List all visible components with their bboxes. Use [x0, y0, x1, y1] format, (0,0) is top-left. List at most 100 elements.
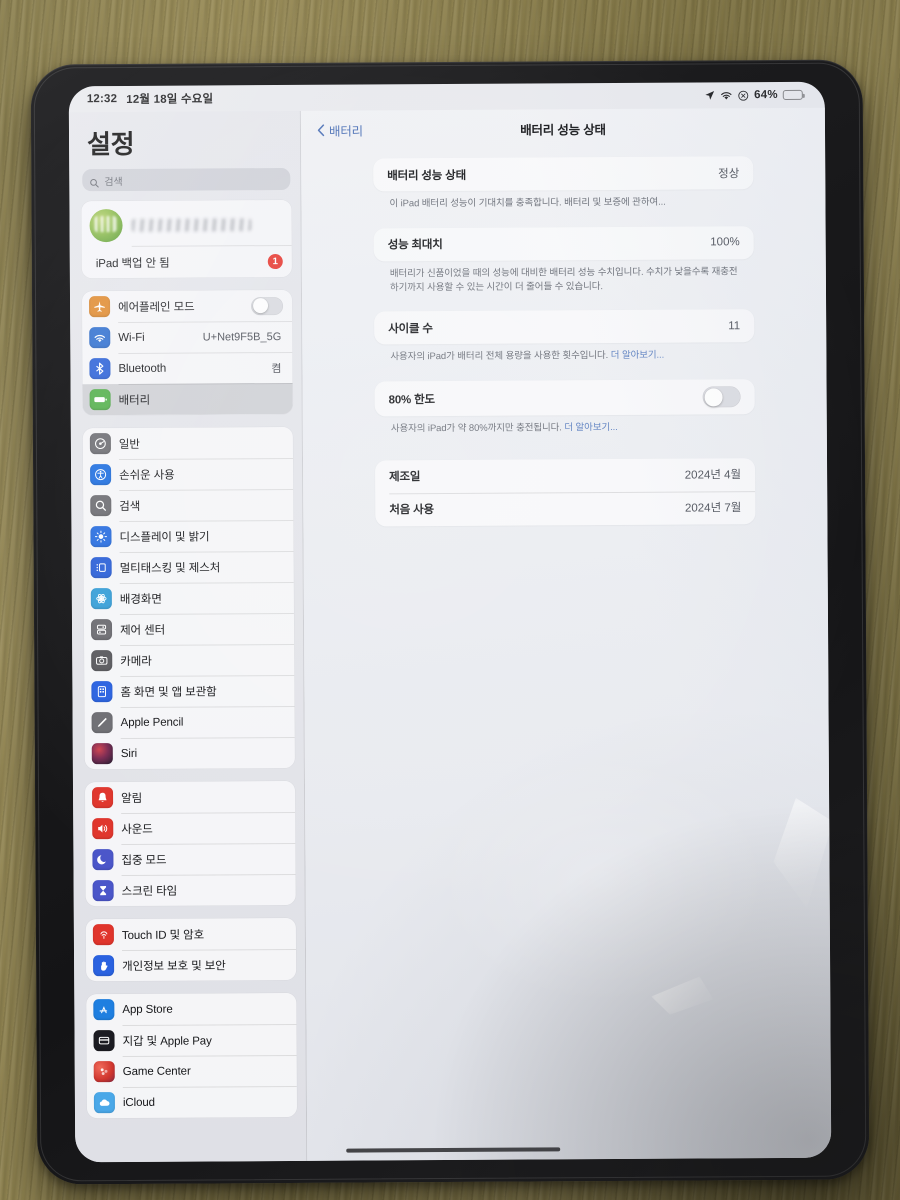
sidebar-item-multitasking[interactable]: 멀티태스킹 및 제스처 [84, 551, 294, 583]
settings-sidebar[interactable]: 설정 검색 iPad 백업 안 됨 1 에어플레인 모드 Wi-Fi U+Net… [68, 110, 308, 1163]
footnote-text: 사용자의 iPad가 배터리 전체 용량을 사용한 횟수입니다. [390, 350, 611, 363]
home-screen-icon [91, 681, 113, 703]
row-label: 배터리 성능 상태 [387, 169, 466, 182]
sidebar-item-game-center[interactable]: Game Center [87, 1055, 297, 1087]
desk-background: 12:32 12월 18일 수요일 64% 설정 검색 iPad 백업 안 됨 … [0, 0, 900, 1200]
fingerprint-icon [92, 924, 114, 946]
battery-icon [89, 389, 111, 411]
wifi-network-name: U+Net9F5B_5G [202, 330, 282, 344]
row-label: 사이클 수 [388, 322, 433, 336]
sidebar-item-privacy[interactable]: 개인정보 보호 및 보안 [86, 949, 296, 981]
sidebar-item-wallet[interactable]: 지갑 및 Apple Pay [86, 1024, 296, 1056]
row-label: 처음 사용 [389, 504, 434, 517]
row-battery-health[interactable]: 배터리 성능 상태 정상 [373, 156, 753, 191]
status-battery-percent: 64% [754, 88, 778, 102]
sidebar-item-wallpaper[interactable]: 배경화면 [84, 582, 294, 614]
sidebar-item-label: 검색 [119, 500, 141, 513]
sidebar-item-battery[interactable]: 배터리 [82, 382, 293, 416]
sidebar-item-touch-id[interactable]: Touch ID 및 암호 [86, 918, 296, 950]
gear-icon [89, 433, 111, 455]
apple-id-row[interactable] [81, 200, 291, 246]
card-cycle-count[interactable]: 사이클 수 11 [374, 309, 755, 345]
sidebar-item-general[interactable]: 일반 [83, 427, 293, 459]
row-cycle-count[interactable]: 사이클 수 11 [374, 309, 754, 344]
sidebar-item-label: 일반 [118, 438, 140, 451]
sidebar-group-security: Touch ID 및 암호 개인정보 보호 및 보안 [85, 917, 297, 982]
row-value: 11 [728, 320, 741, 333]
sidebar-item-search[interactable]: 검색 [83, 489, 293, 521]
location-arrow-icon [705, 90, 715, 100]
page-title: 설정 [86, 128, 135, 160]
sidebar-item-siri[interactable]: Siri [85, 737, 295, 769]
sidebar-item-display-brightness[interactable]: 디스플레이 및 밝기 [83, 520, 293, 552]
sidebar-item-label: 지갑 및 Apple Pay [122, 1034, 212, 1048]
back-button[interactable]: 배터리 [317, 120, 363, 139]
sidebar-item-bluetooth[interactable]: Bluetooth 켬 [82, 352, 292, 384]
sidebar-group-notifications: 알림 사운드 집중 모드 스크린 타임 [84, 780, 296, 907]
learn-more-link[interactable]: 더 알아보기... [611, 350, 664, 361]
hourglass-icon [92, 880, 114, 902]
sidebar-item-focus[interactable]: 집중 모드 [85, 843, 295, 875]
sidebar-group-services: App Store 지갑 및 Apple Pay Game Center iCl… [86, 992, 298, 1119]
search-input[interactable]: 검색 [82, 167, 291, 192]
card-battery-health[interactable]: 배터리 성능 상태 정상 [373, 156, 754, 192]
row-label: 성능 최대치 [387, 239, 443, 252]
sidebar-item-label: Apple Pencil [120, 716, 184, 729]
sidebar-item-label: Siri [120, 747, 138, 760]
sidebar-item-label: Wi-Fi [118, 331, 145, 344]
sidebar-item-apple-pencil[interactable]: Apple Pencil [85, 706, 295, 738]
footnote-battery-health: 이 iPad 배터리 성능이 기대치를 충족합니다. 배터리 및 보증에 관하여… [389, 196, 666, 210]
row-value: 100% [710, 236, 740, 249]
search-icon [89, 175, 99, 188]
sidebar-item-label: 제어 센터 [120, 624, 166, 637]
row-maximum-capacity[interactable]: 성능 최대치 100% [374, 226, 754, 261]
status-time: 12:32 [86, 93, 118, 106]
avatar [89, 208, 123, 243]
sidebar-item-wifi[interactable]: Wi-Fi U+Net9F5B_5G [82, 321, 292, 353]
camera-icon [91, 650, 113, 672]
ipad-device: 12:32 12월 18일 수요일 64% 설정 검색 iPad 백업 안 됨 … [30, 59, 870, 1185]
sidebar-item-label: 개인정보 보호 및 보안 [122, 959, 226, 973]
nav-title: 배터리 성능 상태 [520, 122, 606, 138]
card-manufacture-dates[interactable]: 제조일 2024년 4월 처음 사용 2024년 7월 [375, 457, 756, 527]
speaker-icon [92, 818, 114, 840]
card-maximum-capacity[interactable]: 성능 최대치 100% [373, 225, 754, 262]
sidebar-item-ipad-backup[interactable]: iPad 백업 안 됨 1 [82, 246, 292, 278]
lock-rotation-icon [738, 90, 749, 101]
search-placeholder: 검색 [104, 176, 123, 188]
sidebar-item-sounds[interactable]: 사운드 [85, 812, 295, 844]
wallet-icon [93, 1030, 115, 1052]
apple-id-card[interactable]: iPad 백업 안 됨 1 [81, 199, 292, 279]
sidebar-item-label: 멀티태스킹 및 제스처 [119, 561, 221, 575]
control-center-icon [90, 619, 113, 641]
footnote-cycle-count: 사용자의 iPad가 배터리 전체 용량을 사용한 횟수입니다. 더 알아보기.… [374, 342, 754, 364]
sidebar-item-label: 카메라 [120, 655, 152, 668]
footnote-text: 사용자의 iPad가 약 80%까지만 충전됩니다. [390, 422, 565, 435]
sidebar-item-camera[interactable]: 카메라 [84, 644, 294, 676]
sidebar-item-icloud[interactable]: iCloud [87, 1086, 297, 1118]
bluetooth-state: 켬 [271, 362, 282, 375]
sidebar-item-label: App Store [122, 1003, 173, 1016]
screen-smudge [773, 798, 831, 908]
sidebar-item-label: 디스플레이 및 밝기 [119, 530, 210, 544]
sidebar-item-notifications[interactable]: 알림 [85, 781, 295, 813]
row-eighty-percent-limit[interactable]: 80% 한도 [375, 379, 755, 416]
sidebar-item-app-store[interactable]: App Store [86, 993, 296, 1025]
status-bar: 12:32 12월 18일 수요일 64% [69, 82, 825, 113]
sidebar-item-label: 집중 모드 [121, 854, 167, 867]
sidebar-item-screen-time[interactable]: 스크린 타임 [86, 874, 296, 906]
sidebar-item-control-center[interactable]: 제어 센터 [84, 613, 294, 645]
status-bar-left: 12:32 12월 18일 수요일 [87, 90, 214, 107]
sidebar-item-airplane-mode[interactable]: 에어플레인 모드 [82, 290, 292, 322]
airplane-mode-toggle[interactable] [251, 296, 284, 315]
sidebar-item-home-screen[interactable]: 홈 화면 및 앱 보관함 [84, 675, 294, 707]
card-eighty-percent-limit[interactable]: 80% 한도 [374, 379, 755, 417]
row-manufacture-date: 제조일 2024년 4월 [375, 458, 755, 493]
status-bar-right: 64% [705, 89, 803, 102]
sidebar-item-label: 배경화면 [119, 593, 162, 606]
sidebar-item-accessibility[interactable]: 손쉬운 사용 [83, 458, 293, 490]
eighty-percent-limit-toggle[interactable] [702, 386, 741, 408]
app-store-icon [93, 999, 115, 1021]
sidebar-group-connectivity: 에어플레인 모드 Wi-Fi U+Net9F5B_5G Bluetooth 켬 … [81, 289, 293, 416]
learn-more-link[interactable]: 더 알아보기... [564, 422, 617, 433]
